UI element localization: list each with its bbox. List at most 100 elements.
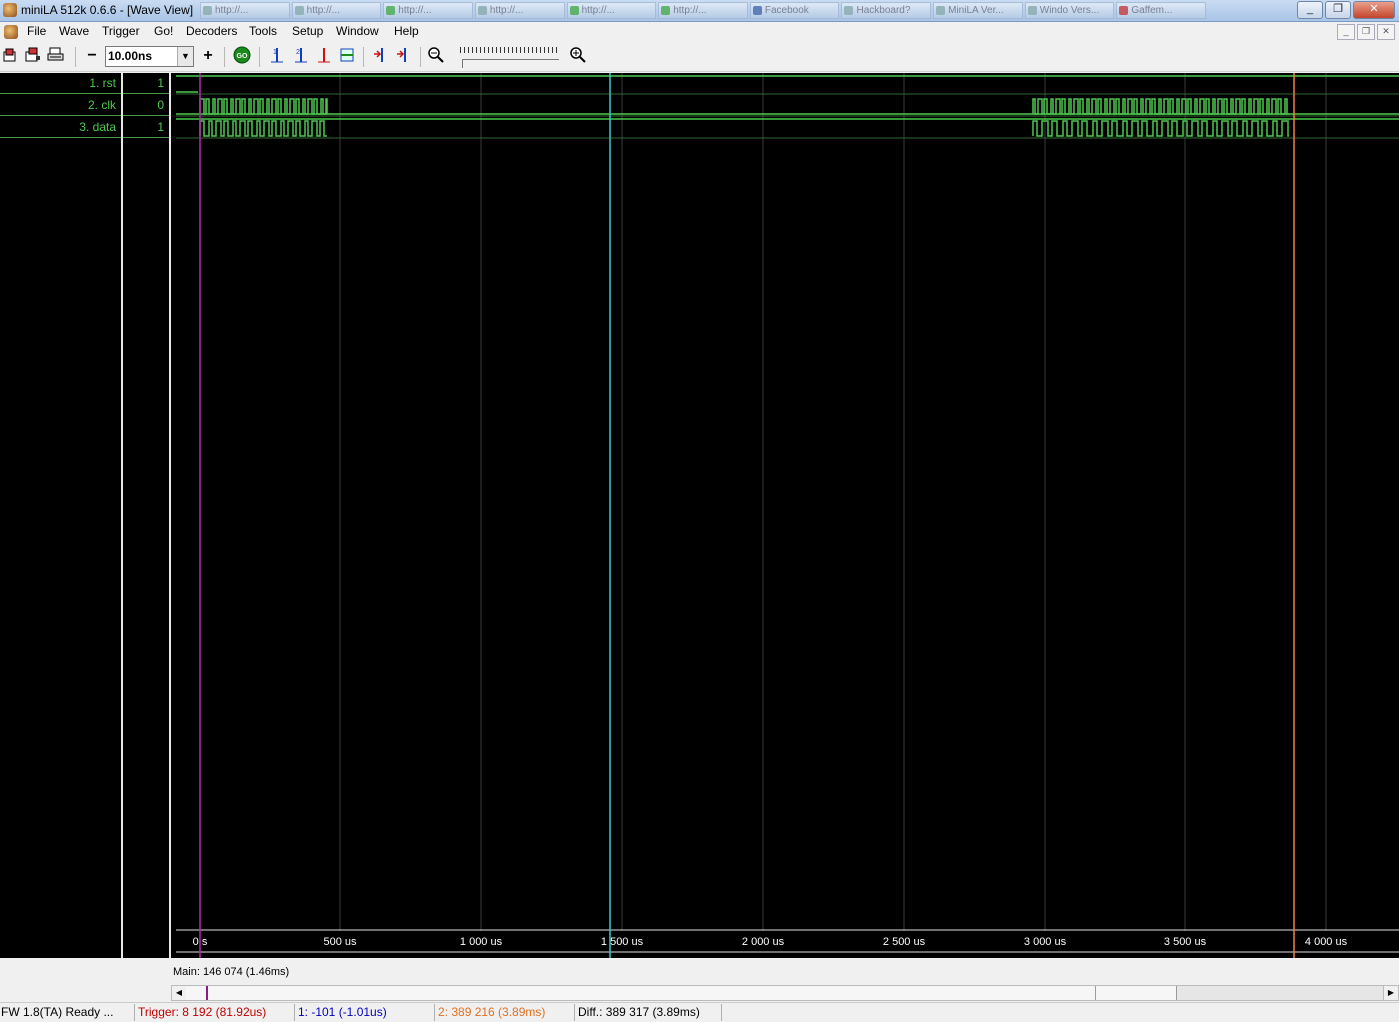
waveform-view[interactable] <box>171 73 1399 958</box>
zoom-out-icon[interactable] <box>426 46 446 66</box>
taskbar-item[interactable]: http://... <box>658 2 748 19</box>
window-controls: _ ❐ ✕ <box>1297 1 1395 19</box>
toolbar: − 10.00ns ▼ + GO 1 2 <box>0 43 1399 72</box>
time-label: 1 500 us <box>600 936 644 948</box>
toolbar-separator <box>224 47 225 67</box>
go-button[interactable]: GO <box>232 46 252 66</box>
save-icon[interactable] <box>23 46 43 66</box>
goto-left-icon[interactable] <box>371 46 391 66</box>
zoom-in-button[interactable]: + <box>198 46 218 66</box>
app-icon <box>3 3 17 17</box>
cursor2-icon[interactable]: 2 <box>290 46 310 66</box>
goto-right-icon[interactable] <box>394 46 414 66</box>
main-sample-info: Main: 146 074 (1.46ms) <box>173 966 290 978</box>
menu-help[interactable]: Help <box>394 24 419 38</box>
menu-go[interactable]: Go! <box>154 24 173 38</box>
print-icon[interactable] <box>46 46 66 66</box>
signal-value-row: 1 <box>123 117 169 138</box>
main-info-bar: Main: 146 074 (1.46ms) <box>171 959 1399 985</box>
signal-name: 1. rst <box>89 76 116 90</box>
signal-value: 1 <box>157 120 164 134</box>
signal-value-row: 1 <box>123 73 169 94</box>
menu-setup[interactable]: Setup <box>292 24 323 38</box>
taskbar-strip: http://... http://... http://... http://...… <box>200 2 1208 19</box>
restore-button[interactable]: ❐ <box>1325 1 1351 19</box>
taskbar-item[interactable]: Windo Vers... <box>1024 2 1115 19</box>
mdi-close-button[interactable]: ✕ <box>1377 24 1395 40</box>
menu-wave[interactable]: Wave <box>59 24 89 38</box>
chevron-down-icon[interactable]: ▼ <box>177 47 193 66</box>
signal-value: 1 <box>157 76 164 90</box>
zoom-slider[interactable] <box>462 59 559 68</box>
window-title: miniLA 512k 0.6.6 - [Wave View] <box>21 3 194 17</box>
time-label: 2 000 us <box>741 936 785 948</box>
zoom-out-button[interactable]: − <box>82 46 102 66</box>
data-burst <box>1032 120 1289 137</box>
cursor1-icon[interactable]: 1 <box>266 46 286 66</box>
taskbar-item[interactable]: http://... <box>566 2 657 19</box>
mdi-minimize-button[interactable]: _ <box>1337 24 1355 40</box>
taskbar-item[interactable]: http://... <box>291 2 382 19</box>
horizontal-scrollbar[interactable]: ◀ ▶ <box>171 985 1399 1001</box>
time-label: 500 us <box>323 936 357 948</box>
waveform-canvas[interactable] <box>171 73 1399 958</box>
open-icon[interactable] <box>1 46 21 66</box>
signal-values-panel: 1 0 1 <box>123 73 171 958</box>
taskbar-item[interactable]: Gaffem... <box>1116 2 1207 19</box>
scrollbar-thumb[interactable] <box>186 986 1177 1000</box>
taskbar-item[interactable]: Facebook <box>749 2 840 19</box>
signal-row-clk[interactable]: 2. clk <box>0 95 121 116</box>
taskbar-item[interactable]: http://... <box>474 2 565 19</box>
svg-text:2: 2 <box>296 49 300 56</box>
cursor2-marker <box>1095 986 1096 1000</box>
clk-burst <box>199 98 328 115</box>
trigger-cursor-icon[interactable] <box>313 46 333 66</box>
svg-text:1: 1 <box>273 49 277 56</box>
zoom-select[interactable]: 10.00ns ▼ <box>105 46 194 67</box>
signal-value: 0 <box>157 98 164 112</box>
clk-burst <box>1032 98 1289 115</box>
time-label: 1 000 us <box>459 936 503 948</box>
menu-window[interactable]: Window <box>336 24 379 38</box>
taskbar-item[interactable]: MiniLA Ver... <box>933 2 1023 19</box>
data-burst <box>199 120 327 137</box>
close-button[interactable]: ✕ <box>1353 1 1395 19</box>
toolbar-separator <box>75 47 76 67</box>
diff-cursor-icon[interactable] <box>337 46 357 66</box>
status-fw: FW 1.8(TA) Ready ... <box>0 1004 135 1021</box>
minimize-button[interactable]: _ <box>1297 1 1323 19</box>
zoom-slider-ticks <box>460 47 558 53</box>
signal-row-data[interactable]: 3. data <box>0 117 121 138</box>
toolbar-separator <box>363 47 364 67</box>
signal-name: 3. data <box>79 120 116 134</box>
mdi-restore-button[interactable]: ❐ <box>1357 24 1375 40</box>
signal-names-panel: 1. rst 2. clk 3. data <box>0 73 123 958</box>
go-label: GO <box>237 53 248 60</box>
trigger-marker <box>206 986 208 1000</box>
time-label: 3 000 us <box>1023 936 1067 948</box>
scroll-right-arrow[interactable]: ▶ <box>1383 986 1398 1000</box>
time-label: 2 500 us <box>882 936 926 948</box>
taskbar-item[interactable]: http://... <box>383 2 473 19</box>
menu-trigger[interactable]: Trigger <box>102 24 140 38</box>
taskbar-item[interactable]: http://... <box>200 2 290 19</box>
taskbar-item[interactable]: Hackboard? <box>841 2 932 19</box>
status-bar: FW 1.8(TA) Ready ... Trigger: 8 192 (81.… <box>0 1002 1399 1022</box>
status-cursor2: 2: 389 216 (3.89ms) <box>437 1004 575 1021</box>
scroll-left-arrow[interactable]: ◀ <box>172 986 187 1000</box>
zoom-value: 10.00ns <box>108 49 153 63</box>
toolbar-separator <box>420 47 421 67</box>
signal-row-rst[interactable]: 1. rst <box>0 73 121 94</box>
zoom-in-icon[interactable] <box>568 46 588 66</box>
signal-name: 2. clk <box>87 98 116 112</box>
menu-tools[interactable]: Tools <box>249 24 277 38</box>
menu-file[interactable]: File <box>27 24 46 38</box>
mdi-controls: _ ❐ ✕ <box>1337 24 1395 40</box>
signal-value-row: 0 <box>123 95 169 116</box>
menu-decoders[interactable]: Decoders <box>186 24 237 38</box>
time-label: 4 000 us <box>1304 936 1348 948</box>
time-label: 3 500 us <box>1163 936 1207 948</box>
toolbar-separator <box>259 47 260 67</box>
status-cursor1: 1: -101 (-1.01us) <box>297 1004 435 1021</box>
document-icon[interactable] <box>4 25 18 39</box>
